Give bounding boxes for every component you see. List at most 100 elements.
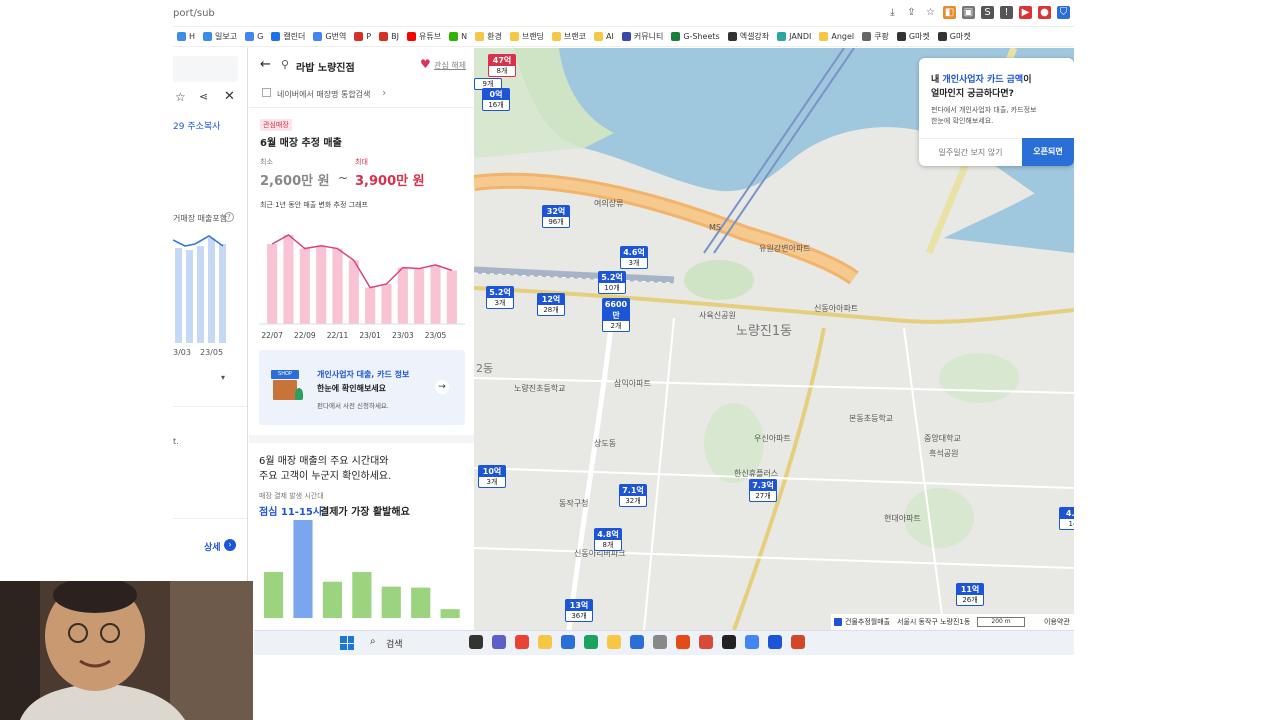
open-button[interactable]: 오픈되면 <box>1022 138 1074 166</box>
app-icon[interactable] <box>768 635 782 649</box>
bookmark-item[interactable]: N <box>449 32 467 41</box>
bookmark-item[interactable]: P <box>354 32 371 41</box>
sales-marker[interactable]: 4.6억 3개 <box>620 246 648 269</box>
sales-marker[interactable]: 4.014 <box>1059 507 1074 530</box>
map-place-label[interactable]: 중앙대학교 <box>924 433 961 444</box>
bookmark-item[interactable]: BJ <box>379 32 399 41</box>
sales-marker[interactable]: 47억 8개 <box>488 54 516 77</box>
bookmark-item[interactable]: 일보고 <box>203 31 237 42</box>
naver-search-row[interactable]: 네이버에서 매장명 통합검색 › <box>249 80 474 108</box>
bookmark-item[interactable]: G마켓 <box>896 31 930 42</box>
sales-marker[interactable]: 12억 28개 <box>537 293 565 316</box>
promo-banner[interactable]: SHOP 개인사업자 대출, 카드 정보 한눈에 확인해보세요 펀다에서 사전 … <box>259 350 465 425</box>
task-view-icon[interactable] <box>469 635 483 649</box>
sales-marker[interactable]: 5.2억 3개 <box>486 286 514 309</box>
close-icon[interactable]: ✕ <box>224 89 235 104</box>
sales-marker[interactable]: 7.3억 27개 <box>749 479 777 502</box>
bookmark-item[interactable]: 캘린더 <box>271 31 305 42</box>
bookmark-item[interactable]: 브랜딩 <box>509 31 544 42</box>
calculator-icon[interactable] <box>653 635 667 649</box>
map-place-label[interactable]: 노량진1동 <box>736 320 792 339</box>
app-icon[interactable] <box>676 635 690 649</box>
chevron-down-icon[interactable]: ▾ <box>221 373 225 382</box>
share-icon[interactable]: ⇪ <box>905 6 918 19</box>
sales-marker[interactable]: 0억 16개 <box>482 88 510 111</box>
bookmark-item[interactable]: G-Sheets <box>671 32 720 41</box>
sheets-icon[interactable] <box>584 635 598 649</box>
download-icon[interactable]: ⤓ <box>886 6 899 19</box>
app-icon[interactable] <box>699 635 713 649</box>
browser-address-bar[interactable]: port/sub ⤓ ⇪ ☆ ◧ ▣ S ! ▶ ● ⛉ <box>173 0 1074 27</box>
store-icon[interactable] <box>561 635 575 649</box>
bookmark-item[interactable]: Angel <box>819 32 854 41</box>
sales-marker[interactable]: 4.8억 8개 <box>594 528 622 551</box>
map-place-label[interactable]: 삼익아파트 <box>614 378 651 389</box>
taskbar-search[interactable]: 검색 <box>386 637 403 650</box>
extension-icon[interactable]: S <box>981 6 994 19</box>
address-copy-link[interactable]: 29 주소복사 <box>173 119 220 132</box>
arrow-right-icon[interactable]: › <box>224 539 236 551</box>
extension-icon[interactable]: ● <box>1038 6 1051 19</box>
map-place-label[interactable]: 현대아파트 <box>884 513 921 524</box>
bookmark-item[interactable]: 환경 <box>475 31 502 42</box>
sales-marker[interactable]: 32억 96개 <box>542 205 570 228</box>
bookmark-item[interactable]: 쿠팡 <box>862 31 889 42</box>
app-icon[interactable] <box>630 635 644 649</box>
search-icon[interactable]: ⌕ <box>370 636 376 647</box>
naver-search-link[interactable]: 네이버에서 매장명 통합검색 <box>277 89 370 100</box>
sales-marker[interactable]: 5.2억 10개 <box>598 271 626 294</box>
dismiss-week-button[interactable]: 일주일간 보지 않기 <box>919 138 1022 166</box>
map-place-label[interactable]: 흑석공원 <box>929 448 958 459</box>
sales-marker[interactable]: 13억 36개 <box>565 599 593 622</box>
bookmark-item[interactable]: G번역 <box>313 31 346 42</box>
chrome-icon[interactable] <box>515 635 529 649</box>
map-place-label[interactable]: 2동 <box>476 360 493 376</box>
map-place-label[interactable]: 상도동 <box>594 438 616 449</box>
bookmark-icon[interactable]: ☆ <box>175 90 186 104</box>
map-place-label[interactable]: MS <box>709 223 721 232</box>
extension-icon[interactable]: ◧ <box>943 6 956 19</box>
extension-icon[interactable]: ⛉ <box>1057 6 1070 19</box>
terms-link[interactable]: 이용약관 <box>1044 614 1070 630</box>
map-place-label[interactable]: 신동아아파트 <box>814 303 858 314</box>
detail-link[interactable]: 상세 <box>204 540 221 553</box>
extension-icon[interactable]: ! <box>1000 6 1013 19</box>
url-text[interactable]: port/sub <box>173 8 215 19</box>
bookmark-item[interactable]: AI <box>594 32 614 41</box>
map-place-label[interactable]: 본동초등학교 <box>849 413 893 424</box>
map-place-label[interactable]: 유원강변아파트 <box>759 243 811 254</box>
map-place-label[interactable]: 한신휴플러스 <box>734 468 778 479</box>
back-arrow-icon[interactable]: ← <box>260 57 271 72</box>
map-place-label[interactable]: 우신아파트 <box>754 433 791 444</box>
chat-icon[interactable] <box>492 635 506 649</box>
sales-marker[interactable]: 10억 3개 <box>478 465 506 488</box>
sales-marker[interactable]: 7.1억 32개 <box>619 484 647 507</box>
interest-toggle[interactable]: 관심 해제 <box>434 60 466 71</box>
heart-icon[interactable]: ♥ <box>420 57 431 71</box>
map-place-label[interactable]: 동작구청 <box>559 498 588 509</box>
map-place-label[interactable]: 노량진초등학교 <box>514 383 566 394</box>
bookmark-item[interactable]: G마켓 <box>937 31 971 42</box>
share-icon[interactable]: ⋖ <box>199 90 208 103</box>
bookmark-item[interactable]: 엑셀강좌 <box>727 31 769 42</box>
bookmark-item[interactable]: G <box>245 32 263 41</box>
search-box[interactable] <box>173 56 238 82</box>
bookmark-item[interactable]: 유튜브 <box>407 31 441 42</box>
star-icon[interactable]: ☆ <box>924 6 937 19</box>
help-icon[interactable]: ? <box>224 212 234 222</box>
sales-marker[interactable]: 11억 26개 <box>956 583 984 606</box>
map-place-label[interactable]: 사육신공원 <box>699 310 736 321</box>
bookmark-item[interactable]: JANDI <box>777 32 811 41</box>
arrow-right-icon[interactable]: → <box>435 380 449 394</box>
folder-icon[interactable] <box>538 635 552 649</box>
powerpoint-icon[interactable] <box>791 635 805 649</box>
bookmark-item[interactable]: H <box>177 32 195 41</box>
windows-start-icon[interactable] <box>340 636 354 650</box>
extension-icon[interactable]: ▣ <box>962 6 975 19</box>
extension-icon[interactable]: ▶ <box>1019 6 1032 19</box>
chrome-icon[interactable] <box>745 635 759 649</box>
map-view[interactable]: 노량진1동 2동 유원강변아파트노량진초등학교상도동흑석공원 사육신공원한신휴플러스동… <box>474 48 1074 630</box>
bookmark-item[interactable]: 브랜코 <box>551 31 586 42</box>
kakao-icon[interactable] <box>607 635 621 649</box>
app-icon[interactable] <box>722 635 736 649</box>
